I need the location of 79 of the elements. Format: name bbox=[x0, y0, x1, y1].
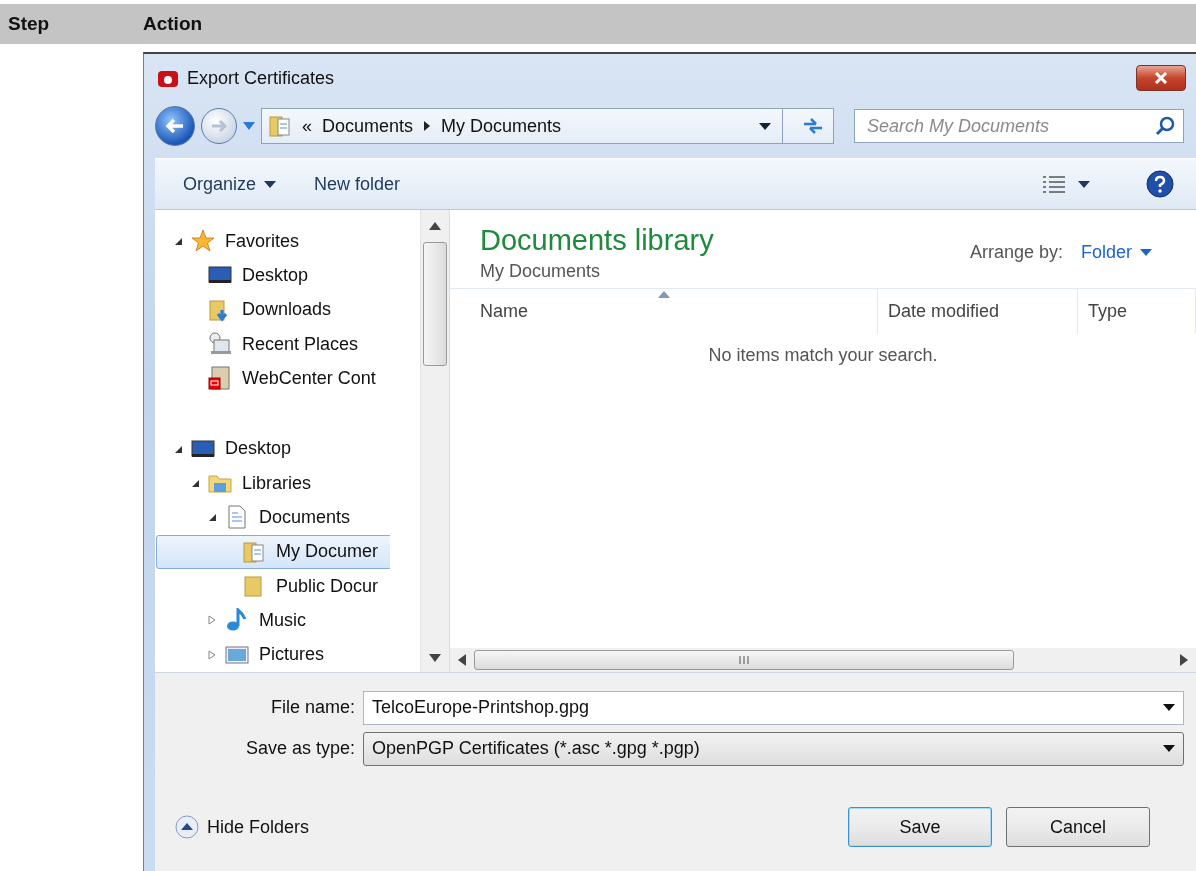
folder-document-icon bbox=[268, 114, 292, 138]
tree-item[interactable]: Desktop bbox=[156, 431, 390, 466]
tree-item[interactable]: Favorites bbox=[156, 224, 390, 259]
scroll-left-icon bbox=[458, 654, 466, 666]
scroll-right-icon bbox=[1180, 654, 1188, 666]
caret-icon bbox=[1163, 745, 1175, 752]
back-button[interactable] bbox=[155, 106, 195, 146]
dialog-button[interactable]: Save bbox=[848, 807, 992, 847]
scroll-up-icon bbox=[429, 222, 441, 230]
sort-ascending-icon bbox=[657, 291, 670, 298]
right-arrow-icon bbox=[210, 119, 228, 133]
vertical-scrollbar[interactable] bbox=[420, 210, 449, 672]
file-name-field[interactable]: TelcoEurope-Printshop.gpg bbox=[363, 690, 1184, 725]
forward-button[interactable] bbox=[201, 108, 237, 144]
tree-item[interactable]: WebCenter Cont bbox=[156, 361, 390, 396]
tree-item[interactable]: Recent Places bbox=[156, 327, 390, 362]
toolbar-button[interactable]: Organize bbox=[171, 167, 289, 201]
search-field[interactable]: Search My Documents bbox=[854, 109, 1184, 143]
tree-item[interactable]: Documents bbox=[156, 500, 390, 535]
window-title: Export Certificates bbox=[187, 67, 336, 89]
column-header[interactable]: Type bbox=[1078, 289, 1196, 333]
star-icon bbox=[191, 229, 215, 254]
empty-message: No items match your search. bbox=[708, 345, 938, 366]
expanded-arrow-icon[interactable] bbox=[190, 478, 200, 489]
app-icon bbox=[157, 68, 179, 88]
scroll-thumb[interactable] bbox=[474, 650, 1014, 670]
horizontal-scrollbar[interactable] bbox=[450, 648, 1196, 672]
tree-item[interactable]: Desktop bbox=[156, 258, 390, 293]
tree-item[interactable]: Music bbox=[156, 603, 390, 638]
library-title: Documents library bbox=[480, 224, 715, 257]
tree-item[interactable]: Libraries bbox=[156, 465, 390, 501]
tree-item[interactable]: Downloads bbox=[156, 292, 390, 327]
arrange-by-label: Arrange by: bbox=[969, 242, 1063, 263]
type-dropdown[interactable]: OpenPGP Certificates (*.asc *.gpg *.pgp) bbox=[363, 731, 1184, 766]
document-icon bbox=[225, 505, 249, 530]
collapse-up-icon bbox=[175, 815, 199, 839]
search-icon bbox=[1155, 116, 1175, 136]
library-subtitle: My Documents bbox=[480, 261, 602, 282]
field-label: File name: bbox=[269, 697, 355, 718]
grip-icon bbox=[739, 656, 749, 664]
caret-icon bbox=[264, 180, 277, 188]
column-heading: Action bbox=[143, 13, 204, 35]
caret-icon bbox=[1078, 180, 1090, 188]
caret-icon bbox=[758, 122, 771, 130]
server-icon bbox=[208, 366, 232, 391]
hide-folders-button[interactable]: Hide Folders bbox=[173, 813, 312, 841]
music-note-icon bbox=[225, 608, 249, 633]
expanded-arrow-icon[interactable] bbox=[173, 236, 183, 247]
refresh-arrows-icon bbox=[802, 117, 824, 135]
help-icon bbox=[1146, 170, 1174, 198]
address-bar[interactable]: « Documents My Documents bbox=[261, 108, 834, 144]
close-icon bbox=[1154, 72, 1168, 84]
recent-places-icon bbox=[208, 332, 232, 357]
tree-item[interactable]: Pictures bbox=[156, 637, 390, 672]
collapsed-arrow-icon[interactable] bbox=[207, 649, 217, 660]
scroll-thumb[interactable] bbox=[423, 242, 447, 366]
column-heading: Step bbox=[8, 13, 51, 35]
arrange-by-dropdown[interactable]: Folder bbox=[1076, 238, 1156, 267]
column-header[interactable]: Name bbox=[450, 289, 878, 333]
dialog-button[interactable]: Cancel bbox=[1006, 807, 1150, 847]
collapsed-arrow-icon[interactable] bbox=[207, 615, 217, 626]
left-arrow-icon bbox=[165, 118, 185, 134]
close-button[interactable] bbox=[1136, 65, 1186, 91]
folder-document-icon bbox=[242, 539, 266, 564]
history-caret-icon[interactable] bbox=[243, 122, 255, 130]
caret-icon bbox=[1163, 704, 1175, 711]
breadcrumb-item[interactable]: Documents bbox=[322, 115, 414, 137]
tree-item[interactable]: Public Docur bbox=[156, 568, 390, 604]
caret-icon bbox=[1140, 249, 1152, 256]
list-view-icon bbox=[1042, 175, 1066, 193]
breadcrumb-overflow[interactable]: « bbox=[302, 115, 312, 137]
toolbar-button[interactable]: New folder bbox=[302, 167, 413, 201]
breadcrumb-item[interactable]: My Documents bbox=[441, 115, 562, 137]
expanded-arrow-icon[interactable] bbox=[207, 512, 217, 523]
tree-item[interactable]: My Documer bbox=[156, 534, 390, 569]
breadcrumb-arrow-icon[interactable] bbox=[423, 120, 432, 132]
column-header[interactable]: Date modified bbox=[878, 289, 1078, 333]
scroll-down-icon bbox=[429, 654, 441, 662]
field-label: Save as type: bbox=[244, 738, 355, 759]
